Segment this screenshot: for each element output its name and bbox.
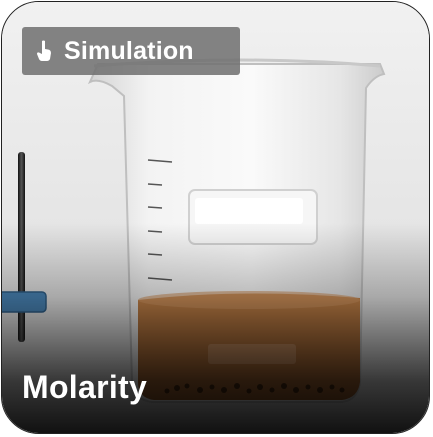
- pointer-hand-icon: [37, 40, 51, 61]
- volume-slider-handle: [2, 291, 47, 313]
- card-title[interactable]: Molarity: [22, 369, 147, 406]
- simulation-tag-label: Simulation: [64, 36, 194, 65]
- simulation-tag: Simulation: [22, 27, 240, 75]
- simulation-card[interactable]: Simulation Molarity: [1, 1, 430, 434]
- concentration-readout: [208, 344, 296, 364]
- volume-slider-track: [18, 152, 25, 342]
